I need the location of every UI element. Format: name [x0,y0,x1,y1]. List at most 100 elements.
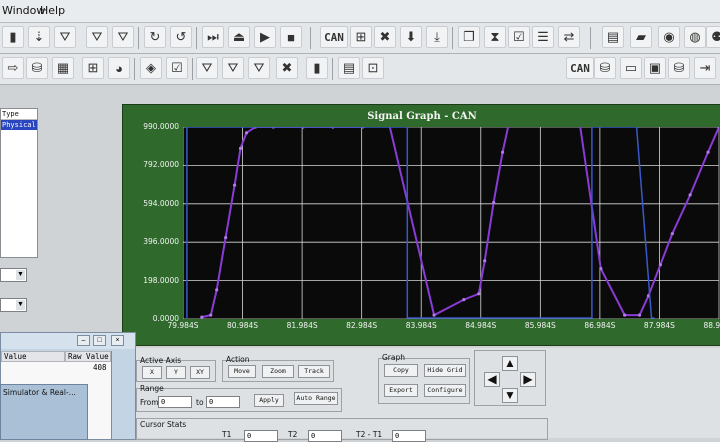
configure-button[interactable]: Configure [424,384,466,397]
maximize-icon[interactable]: □ [93,335,106,346]
axis-xy-button[interactable]: XY [190,366,210,379]
plot-area[interactable] [182,123,720,320]
stop-icon[interactable]: ■ [280,26,302,48]
checkbox-icon[interactable]: ☑ [166,57,188,79]
book-icon[interactable]: ▰ [630,26,652,48]
data-point [432,313,436,317]
settings-icon[interactable]: ◉ [658,26,680,48]
hourglass-icon[interactable]: ⧗ [484,26,506,48]
filter-edit-icon[interactable]: ⛛ [86,26,108,48]
move-button[interactable]: Move [228,365,256,378]
pie-chart-icon[interactable]: ◕ [108,57,130,79]
combo-box-1[interactable]: ▼ [0,268,27,282]
menu-help[interactable]: Help [40,4,65,17]
data-point [209,313,213,317]
checklist-icon[interactable]: ☑ [508,26,530,48]
close-icon[interactable]: × [111,335,124,346]
toolbar-secondary: ⇨ ⛁ ▦ ⊞ ◕ ◈ ☑ ⛛ ⛛ ⛛ ✖ ▮ ▤ ⊡ CAN ⛁ ▭ ▣ ⛁ … [0,54,720,85]
track-button[interactable]: Track [298,365,330,378]
folder-icon[interactable]: ▭ [620,57,642,79]
arrow-right-icon[interactable]: ▶ [520,372,536,387]
layers-icon[interactable]: ◈ [140,57,162,79]
y-tick-label: 396.0000 [143,237,179,247]
cancel-icon[interactable]: ✖ [276,57,298,79]
globe-icon[interactable]: ◍ [684,26,706,48]
list-item-physical[interactable]: Physical [1,120,37,130]
import-icon[interactable]: ⇨ [2,57,24,79]
menu-window[interactable]: Window [2,4,45,17]
arrow-down-icon[interactable]: ▼ [502,388,518,403]
export-icon[interactable]: ⇥ [694,57,716,79]
zoom-button[interactable]: Zoom [262,365,294,378]
plot-svg [182,123,720,320]
data-point [232,183,237,187]
grid-icon[interactable]: ⊞ [82,57,104,79]
apply-button[interactable]: Apply [254,394,284,407]
arrow-down-icon[interactable]: ⇣ [28,26,50,48]
y-tick-label: 792.0000 [143,160,179,170]
database-icon[interactable]: ⛁ [26,57,48,79]
simulator-title: Simulator & Real-... [3,388,76,397]
x-tick-label: 84.984S [465,321,497,330]
document-icon[interactable]: ▤ [338,57,360,79]
table-icon[interactable]: ▦ [52,57,74,79]
funnel-edit-icon[interactable]: ⛛ [222,57,244,79]
swap-icon[interactable]: ⇄ [558,26,580,48]
from-label: From [140,398,159,407]
column-raw-value[interactable]: Raw Value [65,351,111,362]
minimize-icon[interactable]: – [77,335,90,346]
clear-list-icon[interactable]: ▤ [602,26,624,48]
data-point [215,288,219,292]
toolbar-primary: ▮ ⇣ ⛛ ⛛ ⛛ ↻ ↺ ⏭ ⏏ ▶ ■ CAN ⊞ ✖ ⬇ ⤓ ❐ ⧗ ☑ … [0,23,720,54]
axis-x-button[interactable]: X [142,366,162,379]
node-icon[interactable]: ⊡ [362,57,384,79]
network-icon[interactable]: ⚉ [706,26,720,48]
delete-icon[interactable]: ✖ [374,26,396,48]
simulator-window[interactable]: Simulator & Real-... [0,384,88,440]
hide-grid-button[interactable]: Hide Grid [424,364,466,377]
cursor-stats-label: Cursor Stats [140,420,187,429]
filter-icon[interactable]: ⛛ [54,26,76,48]
toolbar-separator [590,27,591,49]
raw-value-cell: 408 [93,363,107,372]
can-button[interactable]: CAN [320,26,348,48]
auto-range-button[interactable]: Auto Range [294,392,338,405]
menu-bar: Window Help [0,0,720,23]
save-down-icon[interactable]: ⤓ [426,26,448,48]
x-tick-label: 80.984S [227,321,259,330]
funnel-list-icon[interactable]: ⛛ [248,57,270,79]
play-icon[interactable]: ▶ [254,26,276,48]
data-point [492,201,496,205]
arrow-left-icon[interactable]: ◀ [484,372,500,387]
database-stack-icon[interactable]: ⛁ [668,57,690,79]
signal-type-list[interactable]: Type Physical [0,108,38,258]
save-icon[interactable]: ▣ [644,57,666,79]
list-icon[interactable]: ☰ [532,26,554,48]
skip-icon[interactable]: ⏭ [202,26,224,48]
can-config-button[interactable]: CAN [566,57,594,79]
from-input[interactable]: 0 [158,396,192,408]
export-button[interactable]: Export [384,384,418,397]
to-input[interactable]: 0 [206,396,240,408]
filter-check-icon[interactable]: ⛛ [112,26,134,48]
disconnect-icon[interactable]: ↺ [170,26,192,48]
db-icon[interactable]: ⛁ [594,57,616,79]
copy-icon[interactable]: ❐ [458,26,480,48]
eject-icon[interactable]: ⏏ [228,26,250,48]
funnel-icon[interactable]: ⛛ [196,57,218,79]
arrow-up-icon[interactable]: ▲ [502,356,518,371]
message-window-icon[interactable]: ⊞ [350,26,372,48]
range-label: Range [140,384,164,393]
copy-button[interactable]: Copy [384,364,418,377]
combo-box-2[interactable]: ▼ [0,298,27,312]
y-tick-label: 990.0000 [143,122,179,131]
bar-chart-icon[interactable]: ▮ [2,26,24,48]
signal-bars-icon[interactable]: ▮ [306,57,328,79]
download-icon[interactable]: ⬇ [400,26,422,48]
data-point [238,146,243,150]
to-label: to [196,398,204,407]
connect-icon[interactable]: ↻ [144,26,166,48]
axis-y-button[interactable]: Y [166,366,186,379]
column-value[interactable]: Value [1,351,65,362]
toolbar-separator [134,58,135,80]
